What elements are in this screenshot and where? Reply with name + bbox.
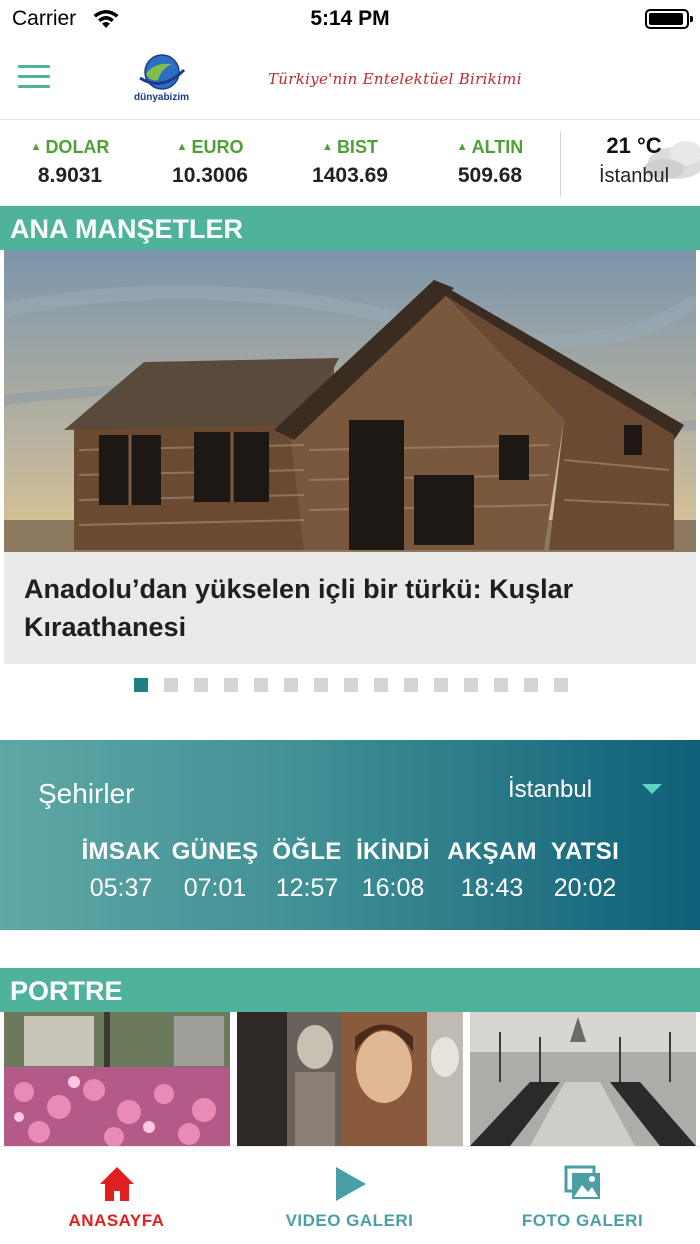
- prayer-times-card: Şehirler İstanbul İMSAK 05:37 GÜNEŞ 07:0…: [0, 740, 700, 930]
- prayer-time: 12:57: [275, 874, 339, 902]
- portre-gallery: [0, 1012, 700, 1146]
- city-dropdown[interactable]: İstanbul: [508, 776, 592, 804]
- market-name: DOLAR: [45, 137, 110, 157]
- status-bar: Carrier 5:14 PM: [0, 0, 700, 40]
- portre-thumbnail[interactable]: [4, 1012, 230, 1146]
- market-name: BIST: [336, 137, 378, 157]
- pagination-dot[interactable]: [374, 678, 388, 692]
- clock: 5:14 PM: [310, 7, 390, 30]
- tab-video-gallery[interactable]: VIDEO GALERI: [233, 1147, 466, 1244]
- pagination-dot[interactable]: [344, 678, 358, 692]
- battery-icon: [645, 9, 693, 29]
- prayer-time-yatsi: YATSI 20:02: [540, 838, 630, 903]
- headline-title: Anadolu’dan yükselen içli bir türkü: Kuş…: [24, 574, 574, 642]
- tab-label: ANASAYFA: [68, 1211, 165, 1230]
- prayer-time: 16:08: [361, 874, 425, 902]
- cities-label: Şehirler: [38, 778, 135, 809]
- pagination-dot[interactable]: [224, 678, 238, 692]
- prayer-name: AKŞAM: [447, 838, 537, 865]
- market-bist[interactable]: ▲ BIST 1403.69: [290, 137, 410, 188]
- pagination-dot[interactable]: [284, 678, 298, 692]
- bottom-tab-bar: ANASAYFA VIDEO GALERI FOTO GALERI: [0, 1146, 700, 1244]
- prayer-name: İKİNDİ: [356, 838, 430, 865]
- pagination-dot[interactable]: [554, 678, 568, 692]
- prayer-time-ogle: ÖĞLE 12:57: [262, 838, 352, 903]
- portraits-collage-image: [237, 1012, 463, 1146]
- prayer-time: 18:43: [460, 874, 524, 902]
- weather-widget[interactable]: 21 °C İstanbul: [574, 133, 694, 188]
- grave-flowers-image: [4, 1012, 230, 1146]
- prayer-time-aksam: AKŞAM 18:43: [442, 838, 542, 903]
- up-arrow-icon: ▲: [456, 141, 468, 153]
- slogan: Türkiye'nin Entelektüel Birikimi: [268, 70, 522, 88]
- home-icon: [100, 1167, 134, 1201]
- prayer-name: YATSI: [550, 838, 620, 865]
- up-arrow-icon: ▲: [176, 141, 188, 153]
- divider: [560, 131, 561, 197]
- market-value: 1403.69: [312, 164, 388, 187]
- temperature: 21 °C: [606, 133, 662, 158]
- menu-button[interactable]: [18, 65, 50, 91]
- market-value: 8.9031: [37, 164, 103, 187]
- play-icon: [336, 1167, 366, 1201]
- portre-thumbnail[interactable]: [237, 1012, 463, 1146]
- hamburger-line: [18, 75, 50, 78]
- pagination-dot[interactable]: [254, 678, 268, 692]
- prayer-time: 07:01: [183, 874, 247, 902]
- market-altin[interactable]: ▲ ALTIN 509.68: [430, 137, 550, 188]
- prayer-time-gunes: GÜNEŞ 07:01: [170, 838, 260, 903]
- market-euro[interactable]: ▲ EURO 10.3006: [150, 137, 270, 188]
- prayer-time: 05:37: [89, 874, 153, 902]
- logo-text: dünyabizim: [134, 92, 190, 103]
- tab-photo-gallery[interactable]: FOTO GALERI: [466, 1147, 699, 1244]
- up-arrow-icon: ▲: [30, 141, 42, 153]
- slider-pagination: [0, 678, 700, 694]
- headline-caption[interactable]: Anadolu’dan yükselen içli bir türkü: Kuş…: [4, 552, 696, 664]
- photo-gallery-icon: [564, 1165, 600, 1199]
- pagination-dot[interactable]: [164, 678, 178, 692]
- up-arrow-icon: ▲: [322, 141, 333, 153]
- pagination-dot[interactable]: [494, 678, 508, 692]
- market-ticker: ▲ DOLAR 8.9031 ▲ EURO 10.3006 ▲ BIST 1403.6…: [0, 121, 700, 205]
- prayer-time-imsak: İMSAK 05:37: [76, 838, 166, 903]
- hamburger-line: [18, 85, 50, 88]
- market-name: ALTIN: [471, 137, 524, 157]
- hamburger-line: [18, 65, 50, 68]
- prayer-name: ÖĞLE: [272, 838, 342, 865]
- weather-city: İstanbul: [598, 165, 670, 187]
- prayer-name: İMSAK: [81, 838, 161, 865]
- section-portre-title: PORTRE: [0, 968, 700, 1012]
- pagination-dot[interactable]: [434, 678, 448, 692]
- prayer-time: 20:02: [553, 874, 617, 902]
- pagination-dot[interactable]: [524, 678, 538, 692]
- pagination-dot[interactable]: [464, 678, 478, 692]
- market-dolar[interactable]: ▲ DOLAR 8.9031: [10, 137, 130, 188]
- prayer-name: GÜNEŞ: [171, 838, 259, 865]
- market-value: 10.3006: [172, 164, 248, 187]
- section-headlines-title: ANA MANŞETLER: [0, 206, 700, 250]
- pagination-dot[interactable]: [134, 678, 148, 692]
- app-header: dünyabizim Türkiye'nin Entelektüel Birik…: [0, 40, 700, 120]
- pagination-dot[interactable]: [404, 678, 418, 692]
- tab-home[interactable]: ANASAYFA: [0, 1147, 233, 1244]
- historic-crowd-image: [470, 1012, 696, 1146]
- tab-label: FOTO GALERI: [521, 1211, 644, 1230]
- portre-thumbnail[interactable]: [470, 1012, 696, 1146]
- pagination-dot[interactable]: [314, 678, 328, 692]
- tab-label: VIDEO GALERI: [285, 1211, 414, 1230]
- prayer-time-ikindi: İKİNDİ 16:08: [348, 838, 438, 903]
- chevron-down-icon[interactable]: [642, 784, 662, 794]
- pagination-dot[interactable]: [194, 678, 208, 692]
- market-name: EURO: [191, 137, 244, 157]
- market-value: 509.68: [457, 164, 523, 187]
